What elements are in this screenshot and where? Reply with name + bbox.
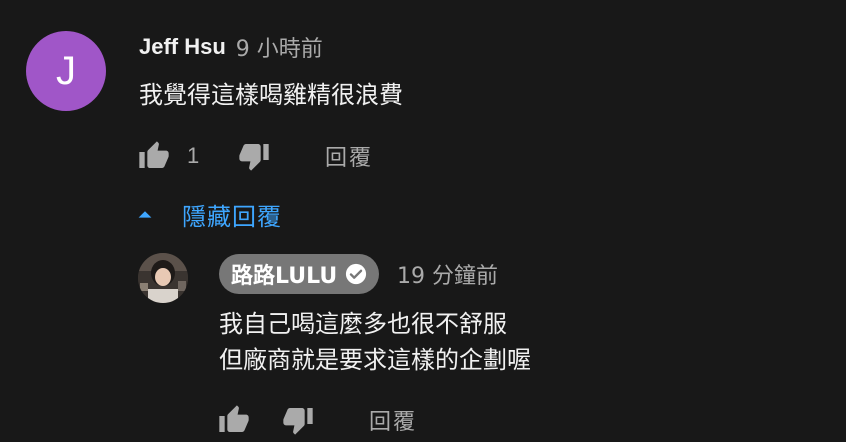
comment-header: Jeff Hsu 9 小時前 <box>139 32 323 62</box>
like-button[interactable] <box>217 403 251 437</box>
verified-check-icon <box>346 263 367 285</box>
dislike-button[interactable] <box>281 403 315 437</box>
caret-up-icon <box>138 211 152 218</box>
comment-action-bar: 1 回覆 <box>137 139 373 173</box>
thumb-up-icon <box>219 405 249 432</box>
comments-section: J Jeff Hsu 9 小時前 我覺得這樣喝雞精很浪費 1 回覆 隱藏回覆 路… <box>0 0 846 442</box>
like-button[interactable] <box>137 139 171 173</box>
thumb-down-icon <box>239 144 269 171</box>
reply-text-line-1: 我自己喝這麼多也很不舒服 <box>219 310 507 338</box>
reply-text-line-2: 但廠商就是要求這樣的企劃喔 <box>219 346 531 374</box>
reply-timestamp[interactable]: 19 分鐘前 <box>397 256 498 292</box>
hide-replies-toggle[interactable]: 隱藏回覆 <box>134 196 282 232</box>
thumb-down-icon <box>283 408 313 435</box>
comment-timestamp[interactable]: 9 小時前 <box>236 31 323 63</box>
reply-avatar[interactable] <box>138 253 188 303</box>
avatar[interactable]: J <box>26 31 106 111</box>
avatar-letter: J <box>56 48 76 93</box>
thumb-up-icon <box>139 141 169 168</box>
hide-replies-label: 隱藏回覆 <box>182 202 282 231</box>
reply-avatar-image <box>138 253 188 303</box>
comment-text: 我覺得這樣喝雞精很浪費 <box>139 81 403 109</box>
reply-button[interactable]: 回覆 <box>369 404 417 436</box>
reply-action-bar: 回覆 <box>217 403 417 437</box>
reply-author-name: 路路LULU <box>231 264 338 289</box>
reply-button[interactable]: 回覆 <box>325 140 373 172</box>
author-name[interactable]: Jeff Hsu <box>139 34 226 60</box>
like-count: 1 <box>187 143 200 168</box>
reply-author-chip[interactable]: 路路LULU <box>219 254 380 294</box>
dislike-button[interactable] <box>237 139 271 173</box>
